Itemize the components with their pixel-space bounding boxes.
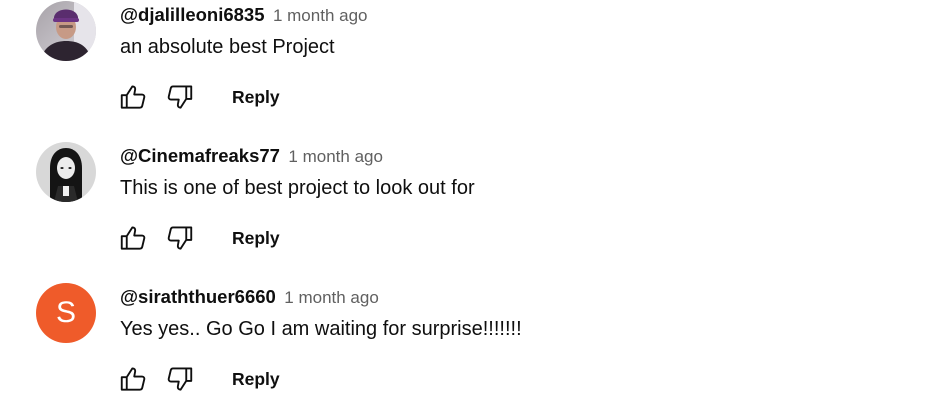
- comment-actions: Reply: [116, 362, 280, 396]
- dislike-button[interactable]: [163, 221, 197, 255]
- profile-photo-bw-icon: [36, 142, 96, 202]
- reply-button[interactable]: Reply: [232, 224, 280, 253]
- like-button[interactable]: [116, 221, 150, 255]
- dislike-button[interactable]: [163, 362, 197, 396]
- avatar[interactable]: S: [36, 283, 96, 343]
- thumbs-up-icon: [120, 367, 146, 391]
- avatar[interactable]: [36, 1, 96, 61]
- comment-item: @djalilleoni6835 1 month ago an absolute…: [0, 1, 931, 131]
- dislike-button[interactable]: [163, 80, 197, 114]
- comment-timestamp[interactable]: 1 month ago: [273, 6, 368, 25]
- comment-author[interactable]: @djalilleoni6835: [120, 4, 265, 25]
- avatar-letter: S: [55, 296, 76, 329]
- reply-button[interactable]: Reply: [232, 365, 280, 394]
- avatar[interactable]: [36, 142, 96, 202]
- thumbs-down-icon: [167, 226, 193, 250]
- comment-item: @Cinemafreaks77 1 month ago This is one …: [0, 142, 931, 272]
- thumbs-down-icon: [167, 85, 193, 109]
- comment-timestamp[interactable]: 1 month ago: [288, 147, 383, 166]
- comment-text: Yes yes.. Go Go I am waiting for surpris…: [120, 318, 522, 340]
- comment-item: S @siraththuer6660 1 month ago Yes yes..…: [0, 283, 931, 413]
- comment-text: an absolute best Project: [120, 36, 335, 58]
- comment-actions: Reply: [116, 80, 280, 114]
- profile-photo-icon: [36, 1, 96, 61]
- thumbs-down-icon: [167, 367, 193, 391]
- like-button[interactable]: [116, 80, 150, 114]
- thumbs-up-icon: [120, 85, 146, 109]
- reply-button[interactable]: Reply: [232, 83, 280, 112]
- comment-author[interactable]: @Cinemafreaks77: [120, 145, 280, 166]
- comment-author[interactable]: @siraththuer6660: [120, 286, 276, 307]
- thumbs-up-icon: [120, 226, 146, 250]
- comment-text: This is one of best project to look out …: [120, 177, 475, 199]
- like-button[interactable]: [116, 362, 150, 396]
- comment-actions: Reply: [116, 221, 280, 255]
- comment-timestamp[interactable]: 1 month ago: [284, 288, 379, 307]
- comments-list: @djalilleoni6835 1 month ago an absolute…: [0, 0, 931, 401]
